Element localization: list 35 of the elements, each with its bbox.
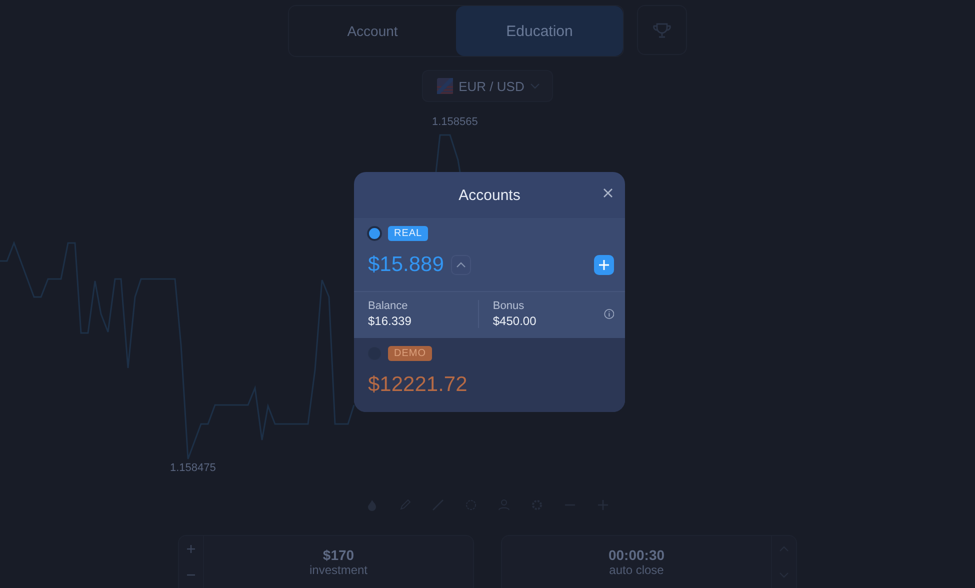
price-line-drawing xyxy=(434,133,462,173)
plus-icon xyxy=(187,545,195,553)
detail-value: $16.339 xyxy=(368,314,412,328)
chevron-up-icon xyxy=(456,262,466,268)
close-icon xyxy=(603,188,613,198)
time-label: auto close xyxy=(609,563,664,577)
trophy-button[interactable] xyxy=(637,5,687,55)
investment-amount: $170 xyxy=(322,547,354,563)
account-section[interactable]: DEMO $12221.72 xyxy=(354,338,625,412)
flag-icon xyxy=(436,78,453,94)
currency-pair-selector[interactable]: EUR / USD xyxy=(422,70,554,102)
account-type-tag: REAL xyxy=(388,226,428,240)
tab[interactable]: Education xyxy=(456,6,623,56)
trophy-icon xyxy=(652,22,672,38)
info-icon[interactable] xyxy=(604,308,614,320)
investment-label: investment xyxy=(309,563,368,577)
tab[interactable]: Account xyxy=(289,6,456,56)
chevron-down-icon xyxy=(530,83,540,89)
account-amount: $15.889 xyxy=(368,253,444,277)
close-button[interactable] xyxy=(603,188,613,198)
add-funds-button[interactable] xyxy=(594,255,614,275)
detail-label: Balance xyxy=(368,300,409,312)
price-label: 1.158565 xyxy=(432,116,478,128)
plus-icon xyxy=(599,260,609,270)
account-amount: $12221.72 xyxy=(368,373,468,397)
dialog-title: Accounts xyxy=(458,186,520,204)
time-value: 00:00:30 xyxy=(608,547,665,563)
account-section[interactable]: REAL $15.889 Balance $16.339 Bonus $450.00 xyxy=(354,218,625,338)
expand-toggle-button[interactable] xyxy=(450,255,471,275)
account-type-tag: DEMO xyxy=(388,346,432,360)
price-label: 1.158475 xyxy=(170,462,216,474)
increase-button[interactable] xyxy=(187,545,195,553)
detail-value: $450.00 xyxy=(492,314,538,328)
detail-label: Bonus xyxy=(492,300,526,312)
radio-button[interactable] xyxy=(368,226,381,240)
